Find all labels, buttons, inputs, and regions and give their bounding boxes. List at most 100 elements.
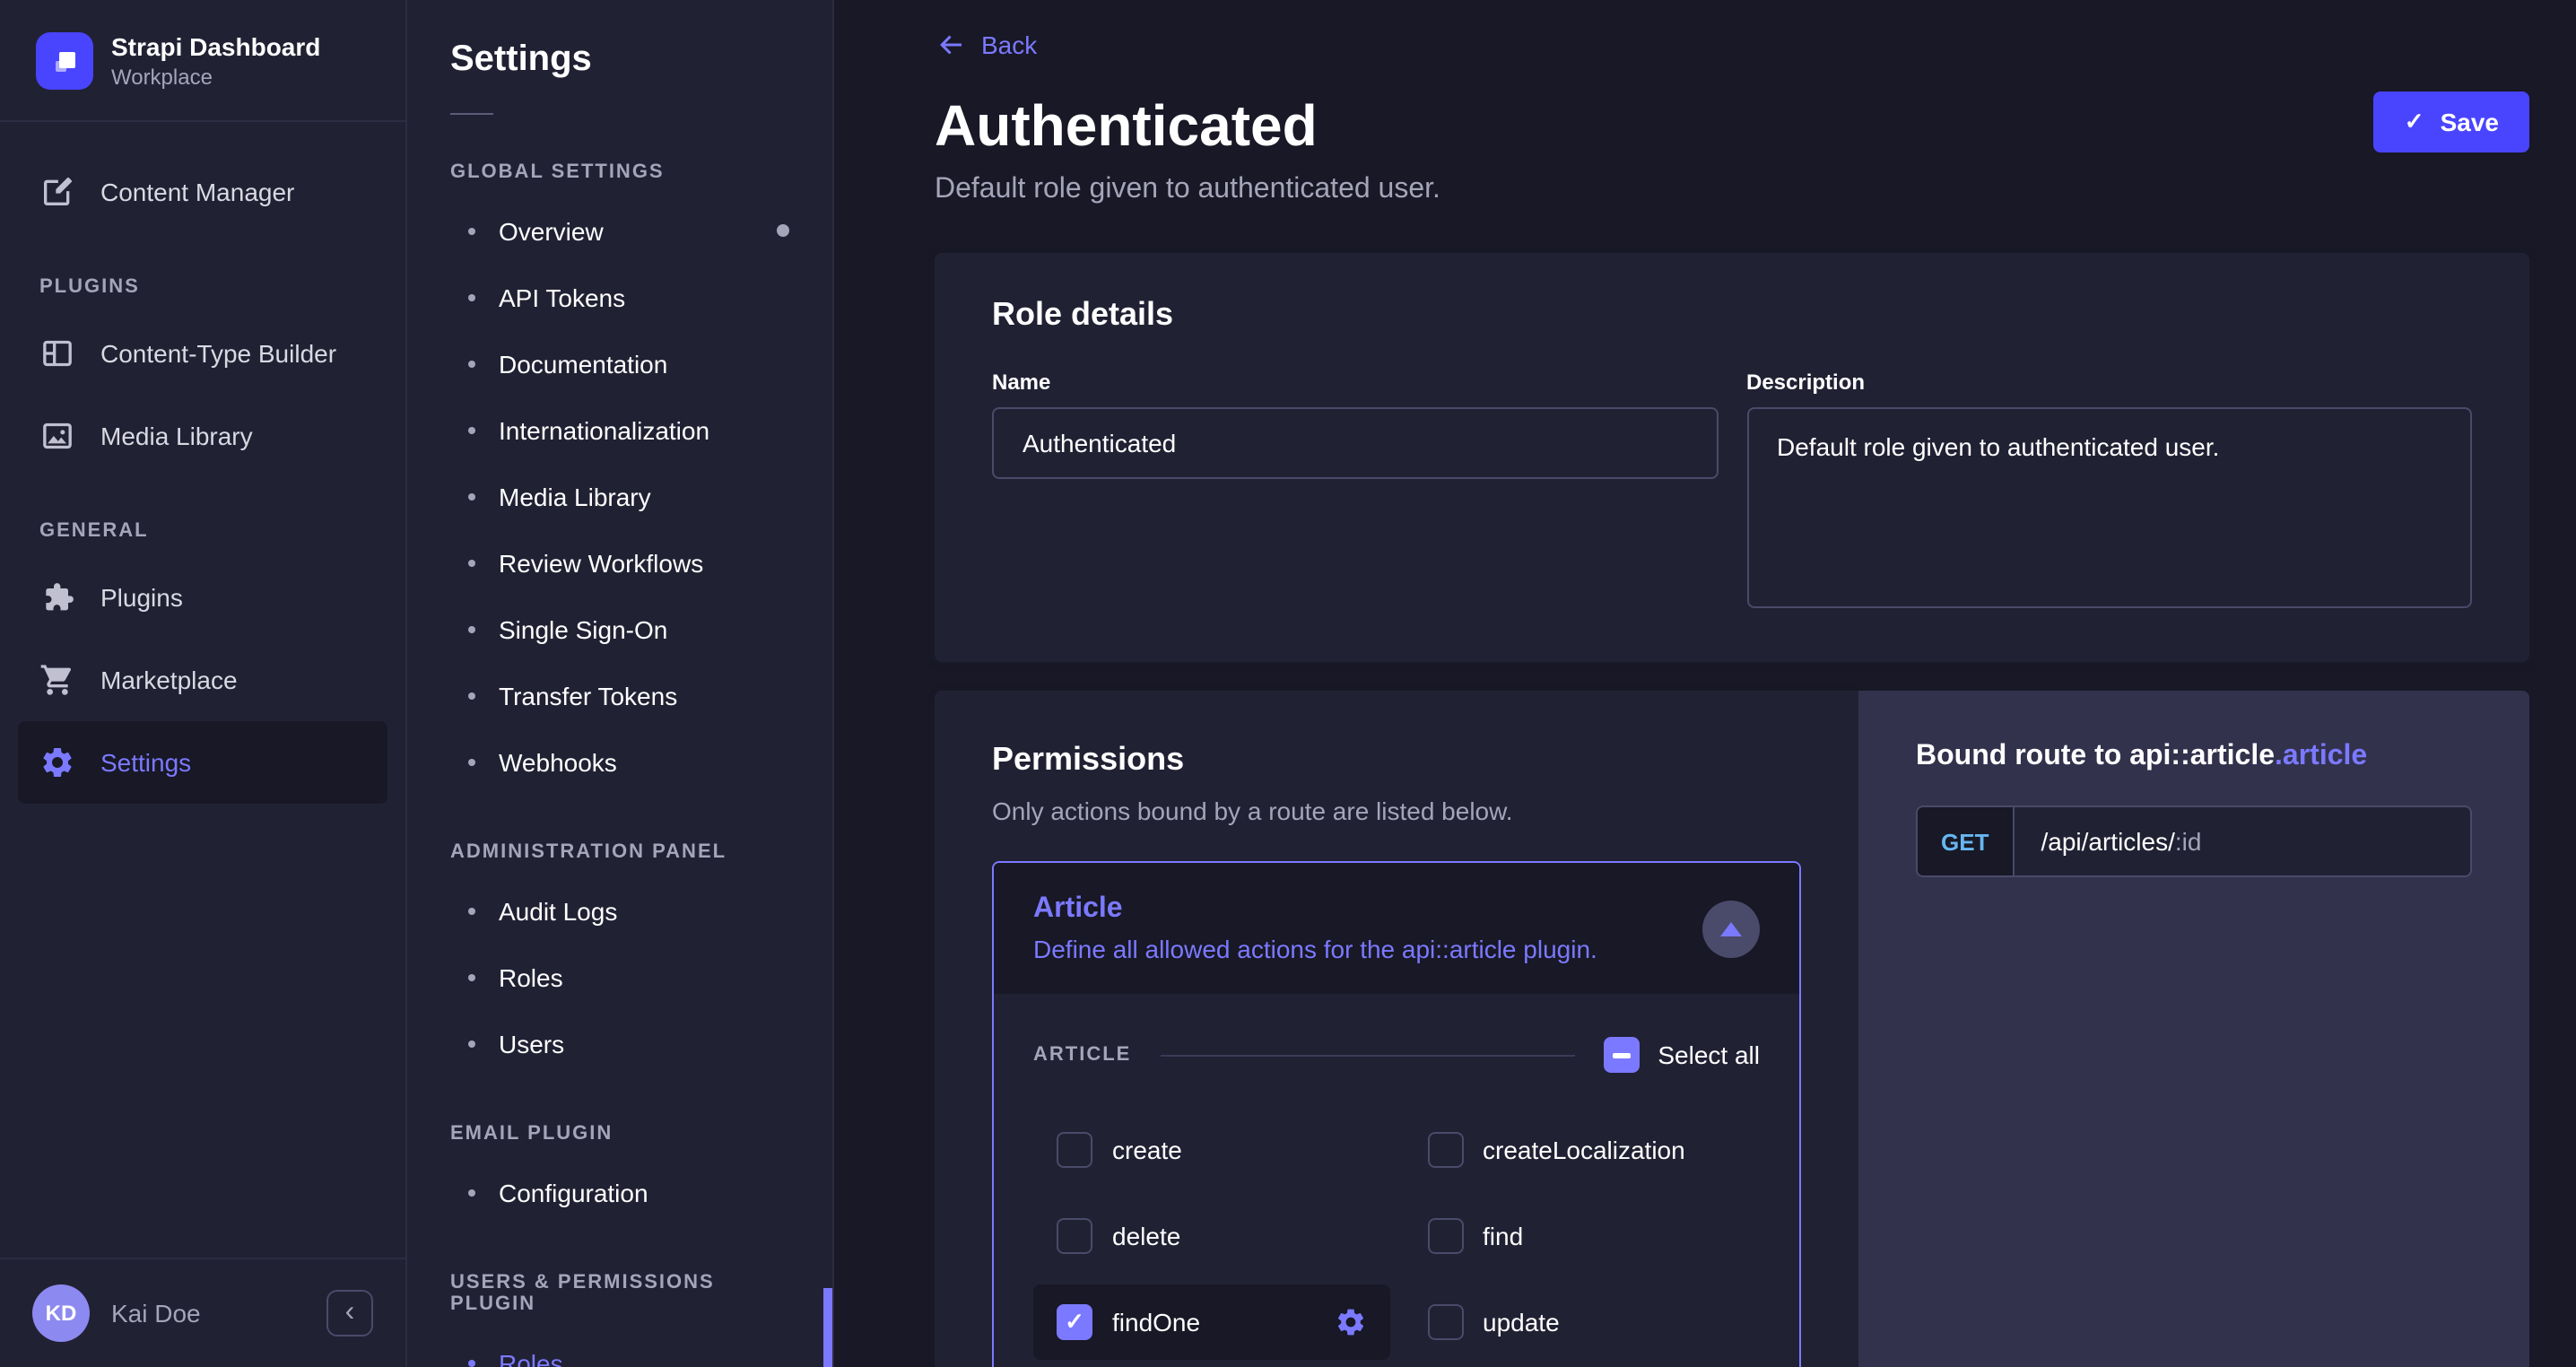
- actions-grid: create createLocalization delete find ✓ …: [1033, 1112, 1760, 1360]
- article-accordion-header[interactable]: Article Define all allowed actions for t…: [994, 863, 1799, 994]
- layout-icon: [39, 335, 75, 371]
- subnav-item-label: Roles: [499, 962, 563, 991]
- strapi-logo-glyph: [56, 51, 75, 71]
- nav-item-label: Content Manager: [100, 178, 295, 206]
- app-title: Strapi Dashboard: [111, 31, 321, 60]
- findOne-settings-button[interactable]: [1334, 1306, 1366, 1338]
- subnav-title: Settings: [450, 39, 592, 79]
- route-param: :id: [2174, 827, 2202, 856]
- back-link[interactable]: Back: [935, 29, 1037, 61]
- strapi-admin-window: Strapi Dashboard Workplace Content Manag…: [0, 0, 2576, 1367]
- checkbox-createLocalization[interactable]: [1427, 1132, 1463, 1168]
- permissions-title: Permissions: [992, 741, 1185, 777]
- subnav-item-transfer-tokens[interactable]: Transfer Tokens: [407, 662, 832, 728]
- cart-icon: [39, 662, 75, 698]
- permissions-subtitle: Only actions bound by a route are listed…: [992, 797, 1513, 825]
- route-display: GET /api/articles/:id: [1916, 805, 2472, 877]
- bullet-dot: [468, 360, 475, 367]
- action-row-delete: delete: [1033, 1198, 1389, 1274]
- nav-item-content-manager[interactable]: Content Manager: [0, 151, 405, 233]
- checkbox-delete[interactable]: [1057, 1218, 1092, 1254]
- subnav-item-configuration[interactable]: Configuration: [407, 1159, 832, 1225]
- bound-route-attribute: .article: [2275, 741, 2368, 771]
- image-icon: [39, 418, 75, 454]
- save-label: Save: [2440, 108, 2499, 136]
- sidebar-collapse-button[interactable]: ‹: [326, 1290, 373, 1337]
- checkbox-update[interactable]: [1427, 1304, 1463, 1340]
- subnav-section-users-permissions-plugin: USERS & PERMISSIONS PLUGIN: [450, 1272, 715, 1315]
- subnav-item-up-roles[interactable]: Roles: [407, 1329, 832, 1367]
- page-header: Authenticated ✓ Save: [935, 91, 2529, 160]
- nav-item-content-type-builder[interactable]: Content-Type Builder: [0, 312, 405, 395]
- role-details-fields: Name Description Default role given to a…: [992, 370, 2472, 608]
- workspace-name: Workplace: [111, 64, 213, 89]
- accordion-collapse-button[interactable]: [1702, 900, 1760, 957]
- nav-item-media-library[interactable]: Media Library: [0, 395, 405, 477]
- subnav-item-label: Configuration: [499, 1178, 648, 1206]
- accordion-title: Article: [1033, 893, 1123, 924]
- checkbox-find[interactable]: [1427, 1218, 1463, 1254]
- nav-section-plugins: PLUGINS: [39, 276, 140, 298]
- bound-route-api: api::article: [2129, 741, 2276, 771]
- nav-item-label: Content-Type Builder: [100, 339, 337, 368]
- bullet-dot: [468, 758, 475, 765]
- bound-route-panel: Bound route to api::article.article GET …: [1858, 691, 2529, 1367]
- nav-item-plugins[interactable]: Plugins: [0, 556, 405, 639]
- subnav-item-media-library[interactable]: Media Library: [407, 463, 832, 529]
- subnav-item-label: Single Sign-On: [499, 614, 668, 643]
- gear-icon: [39, 744, 75, 780]
- action-row-update: update: [1404, 1284, 1760, 1360]
- nav-item-marketplace[interactable]: Marketplace: [0, 639, 405, 721]
- bullet-dot: [468, 973, 475, 980]
- subnav-item-audit-logs[interactable]: Audit Logs: [407, 877, 832, 944]
- permissions-section: Permissions Only actions bound by a rout…: [935, 691, 2529, 1367]
- action-label: delete: [1112, 1222, 1181, 1250]
- accordion-titles: Article Define all allowed actions for t…: [1033, 893, 1597, 963]
- strapi-logo: [36, 31, 93, 89]
- name-input[interactable]: [992, 407, 1718, 479]
- role-details-card: Role details Name Description Default ro…: [935, 253, 2529, 662]
- subnav-item-internationalization[interactable]: Internationalization: [407, 396, 832, 463]
- checkbox-findOne[interactable]: [1057, 1304, 1092, 1340]
- subnav-section-global-settings: GLOBAL SETTINGS: [450, 161, 665, 183]
- subnav-item-api-tokens[interactable]: API Tokens: [407, 264, 832, 330]
- page-subtitle: Default role given to authenticated user…: [935, 174, 1440, 205]
- back-label: Back: [981, 30, 1038, 59]
- action-row-createLocalization: createLocalization: [1404, 1112, 1760, 1188]
- subnav-item-label: Review Workflows: [499, 548, 704, 577]
- subnav-section-administration-panel: ADMINISTRATION PANEL: [450, 841, 727, 863]
- nav-item-label: Marketplace: [100, 666, 238, 694]
- avatar[interactable]: KD: [32, 1284, 90, 1342]
- nav-item-settings[interactable]: Settings: [18, 721, 387, 804]
- subnav-item-label: Roles: [499, 1348, 563, 1367]
- workspace-titles: Strapi Dashboard Workplace: [111, 31, 320, 89]
- subnav-item-admin-roles[interactable]: Roles: [407, 944, 832, 1010]
- subnav-item-users[interactable]: Users: [407, 1010, 832, 1076]
- subnav-item-label: Webhooks: [499, 747, 617, 776]
- save-button[interactable]: ✓ Save: [2373, 91, 2529, 152]
- subnav-scrollbar-thumb[interactable]: [823, 1288, 832, 1367]
- action-row-create: create: [1033, 1112, 1389, 1188]
- bullet-dot: [468, 1359, 475, 1366]
- user-name: Kai Doe: [111, 1299, 201, 1328]
- subnav-item-single-sign-on[interactable]: Single Sign-On: [407, 596, 832, 662]
- action-label: createLocalization: [1483, 1136, 1685, 1164]
- route-path-text: /api/articles/: [2041, 827, 2175, 856]
- action-label: findOne: [1112, 1308, 1201, 1337]
- subnav-section-email-plugin: EMAIL PLUGIN: [450, 1123, 614, 1145]
- select-all-checkbox[interactable]: [1604, 1037, 1640, 1073]
- checkbox-create[interactable]: [1057, 1132, 1092, 1168]
- user-footer: KD Kai Doe ‹: [0, 1258, 405, 1367]
- chevron-left-icon: ‹: [344, 1297, 355, 1328]
- subnav-item-overview[interactable]: Overview: [407, 197, 832, 264]
- subnav-item-documentation[interactable]: Documentation: [407, 330, 832, 396]
- article-group-label: ARTICLE: [1033, 1044, 1132, 1066]
- bullet-dot: [468, 625, 475, 632]
- nav-item-label: Media Library: [100, 422, 253, 450]
- description-textarea[interactable]: Default role given to authenticated user…: [1746, 407, 2472, 608]
- article-accordion-body: ARTICLE Select all create createLocaliza…: [994, 994, 1799, 1367]
- bullet-dot: [468, 293, 475, 300]
- check-icon: ✓: [2404, 108, 2424, 135]
- subnav-item-webhooks[interactable]: Webhooks: [407, 728, 832, 795]
- subnav-item-review-workflows[interactable]: Review Workflows: [407, 529, 832, 596]
